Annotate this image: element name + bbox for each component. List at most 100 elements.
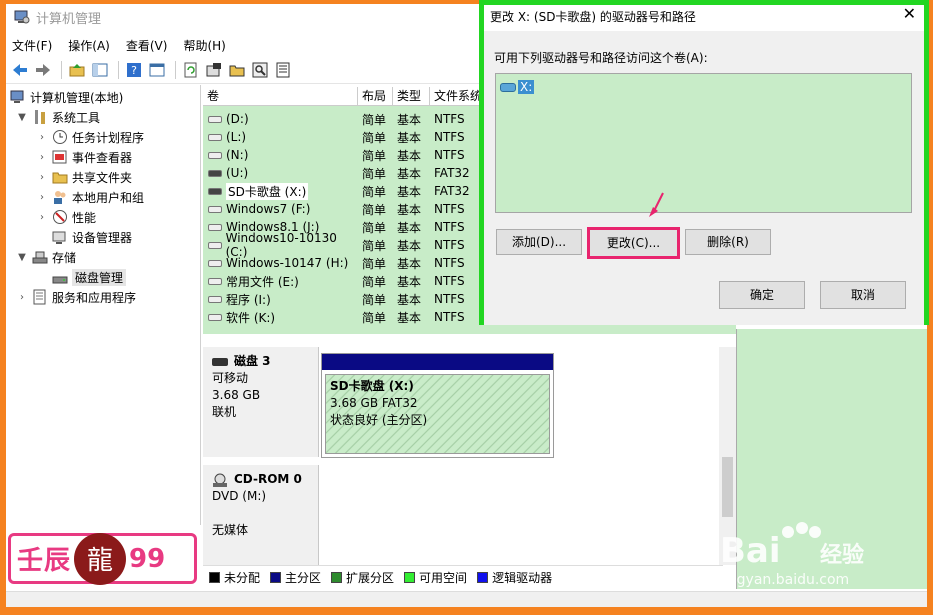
show-hide-tree-icon[interactable] <box>90 60 110 80</box>
disk-graph-pane: 磁盘 3 可移动 3.68 GB 联机 SD卡歌盘 (X:) 3.68 GB F… <box>203 347 723 565</box>
storage-icon <box>32 249 48 265</box>
legend-unallocated: 未分配 <box>209 569 260 586</box>
volume-type: 基本 <box>397 130 422 145</box>
legend-swatch <box>477 572 489 583</box>
cdrom-0-info[interactable]: CD-ROM 0 DVD (M:) 无媒体 <box>203 465 319 565</box>
drive-path-item[interactable]: X: <box>500 80 535 94</box>
forward-icon[interactable] <box>33 60 53 80</box>
volume-layout: 简单 <box>362 202 387 217</box>
tree-item-task-scheduler[interactable]: › 任务计划程序 <box>36 127 144 147</box>
tree-item-performance[interactable]: › 性能 <box>36 207 96 227</box>
tree-label: 共享文件夹 <box>72 170 133 185</box>
tree-label: 本地用户和组 <box>72 190 145 205</box>
volume-type: 基本 <box>397 292 422 307</box>
add-button[interactable]: 添加(D)... <box>496 229 582 255</box>
computer-management-icon <box>14 10 30 24</box>
disk-3-info[interactable]: 磁盘 3 可移动 3.68 GB 联机 <box>203 347 319 457</box>
device-manager-icon <box>52 229 68 245</box>
partition-sd-card[interactable]: SD卡歌盘 (X:) 3.68 GB FAT32 状态良好 (主分区) <box>321 353 554 458</box>
drive-icon <box>500 82 516 92</box>
cdrom-status: 无媒体 <box>212 523 249 537</box>
expand-right-icon[interactable]: › <box>36 152 48 163</box>
expand-right-icon[interactable]: › <box>16 292 28 303</box>
volume-layout: 简单 <box>362 310 387 325</box>
tree-label: 磁盘管理 <box>72 268 127 286</box>
volume-type: 基本 <box>397 184 422 199</box>
search-icon[interactable] <box>250 60 270 80</box>
tree-item-system-tools[interactable]: ▼ 系统工具 <box>16 107 100 127</box>
disk-management-icon <box>52 269 68 285</box>
ok-button[interactable]: 确定 <box>719 281 805 309</box>
open-folder-icon[interactable] <box>227 60 247 80</box>
close-icon[interactable]: ✕ <box>903 4 916 23</box>
legend-extended: 扩展分区 <box>331 569 394 586</box>
drive-icon <box>208 259 222 267</box>
column-header-type[interactable]: 类型 <box>393 87 430 106</box>
expand-right-icon[interactable]: › <box>36 192 48 203</box>
refresh-icon[interactable] <box>181 60 201 80</box>
tree-item-computer-management[interactable]: 计算机管理(本地) <box>10 87 123 107</box>
volume-name: SD卡歌盘 (X:) <box>226 182 309 200</box>
drive-icon <box>208 187 222 195</box>
menu-view[interactable]: 查看(V) <box>126 37 168 54</box>
scroll-thumb[interactable] <box>722 457 733 517</box>
disk-legend: 未分配 主分区 扩展分区 可用空间 逻辑驱动器 <box>203 565 723 589</box>
column-header-layout[interactable]: 布局 <box>358 87 393 106</box>
expand-right-icon[interactable]: › <box>36 172 48 183</box>
tools-icon <box>32 109 48 125</box>
volume-type: 基本 <box>397 220 422 235</box>
help-icon[interactable]: ? <box>124 60 144 80</box>
legend-swatch <box>270 572 282 583</box>
tree-item-storage[interactable]: ▼ 存储 <box>16 247 76 267</box>
remove-button[interactable]: 删除(R) <box>685 229 771 255</box>
volume-layout: 简单 <box>362 130 387 145</box>
tree-label: 系统工具 <box>52 110 101 125</box>
tree-item-disk-management[interactable]: 磁盘管理 <box>52 267 127 287</box>
up-folder-icon[interactable] <box>67 60 87 80</box>
expand-right-icon[interactable]: › <box>36 132 48 143</box>
settings-icon[interactable] <box>204 60 224 80</box>
column-header-volume[interactable]: 卷 <box>203 87 358 106</box>
users-icon <box>52 189 68 205</box>
menu-help[interactable]: 帮助(H) <box>183 37 225 54</box>
menu-file[interactable]: 文件(F) <box>12 37 52 54</box>
volume-layout: 简单 <box>362 220 387 235</box>
volume-layout: 简单 <box>362 148 387 163</box>
volume-layout: 简单 <box>362 238 387 253</box>
tree-item-services-applications[interactable]: › 服务和应用程序 <box>16 287 136 307</box>
tree-item-event-viewer[interactable]: › 事件查看器 <box>36 147 132 167</box>
tree-item-shared-folders[interactable]: › 共享文件夹 <box>36 167 132 187</box>
expand-right-icon[interactable]: › <box>36 212 48 223</box>
tree-item-device-manager[interactable]: 设备管理器 <box>52 227 132 247</box>
tree-label: 计算机管理(本地) <box>30 90 124 105</box>
toolbar-separator <box>118 60 119 79</box>
menu-action[interactable]: 操作(A) <box>68 37 110 54</box>
change-button[interactable]: 更改(C)... <box>587 227 680 259</box>
drive-path-list[interactable]: X: <box>495 73 912 213</box>
legend-free-space: 可用空间 <box>404 569 467 586</box>
annotation-arrow-icon <box>649 192 664 217</box>
disk-icon <box>212 357 228 366</box>
volume-type: 基本 <box>397 148 422 163</box>
properties-icon[interactable] <box>147 60 167 80</box>
drive-icon <box>208 223 222 231</box>
tree-item-local-users[interactable]: › 本地用户和组 <box>36 187 144 207</box>
legend-swatch <box>209 572 220 583</box>
dragon-logo: 龍 <box>74 532 127 585</box>
legend-logical: 逻辑驱动器 <box>477 569 552 586</box>
cdrom-drive: DVD (M:) <box>212 489 267 503</box>
services-icon <box>32 289 48 305</box>
event-viewer-icon <box>52 149 68 165</box>
volume-layout: 简单 <box>362 184 387 199</box>
tree-label: 任务计划程序 <box>72 130 145 145</box>
status-bar <box>6 591 927 607</box>
cancel-button[interactable]: 取消 <box>820 281 906 309</box>
back-icon[interactable] <box>10 60 30 80</box>
partition-size: 3.68 GB FAT32 <box>330 396 418 410</box>
expand-down-icon[interactable]: ▼ <box>16 252 28 263</box>
export-icon[interactable] <box>273 60 293 80</box>
volume-type: 基本 <box>397 202 422 217</box>
vertical-scrollbar[interactable] <box>719 347 736 565</box>
expand-down-icon[interactable]: ▼ <box>16 112 28 123</box>
brand-number: 99 <box>129 543 166 574</box>
